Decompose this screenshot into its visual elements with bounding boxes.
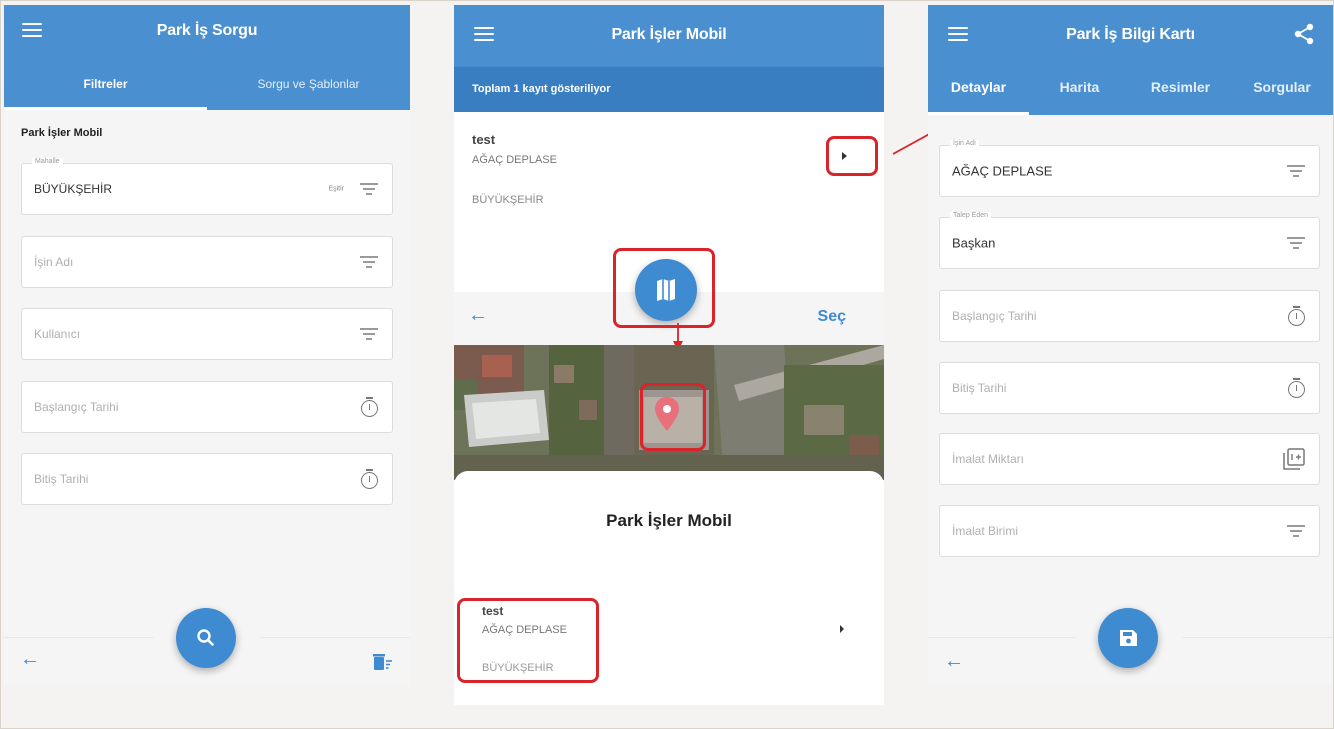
record-district: BÜYÜKŞEHİR bbox=[472, 194, 544, 206]
neighborhood-field[interactable]: Mahalle BÜYÜKŞEHİR Eşitir bbox=[21, 158, 393, 215]
screen-title: Park İş Sorgu bbox=[156, 22, 258, 39]
field-label: İşin Adı bbox=[950, 140, 979, 147]
tab-indicator bbox=[4, 107, 207, 110]
number-box-icon[interactable] bbox=[1283, 448, 1305, 470]
tab-queries[interactable]: Sorgular bbox=[1231, 79, 1333, 127]
figure-canvas: Park İş Sorgu Filtreler Sorgu ve Şablonl… bbox=[0, 0, 1334, 729]
tab-indicator bbox=[928, 112, 1029, 115]
end-date-field[interactable]: Bitiş Tarihi bbox=[21, 453, 393, 505]
highlight-box bbox=[457, 598, 599, 683]
query-screen: Park İş Sorgu Filtreler Sorgu ve Şablonl… bbox=[4, 5, 410, 685]
field-placeholder: Başlangıç Tarihi bbox=[952, 309, 1037, 323]
field-placeholder: İmalat Birimi bbox=[952, 524, 1019, 538]
back-arrow-icon[interactable]: ← bbox=[944, 650, 964, 673]
field-label: Talep Eden bbox=[950, 212, 992, 219]
field-value: AĞAÇ DEPLASE bbox=[952, 163, 1053, 179]
start-date-field[interactable]: Başlangıç Tarihi bbox=[939, 290, 1320, 342]
field-placeholder: İşin Adı bbox=[34, 255, 74, 269]
field-placeholder: Bitiş Tarihi bbox=[34, 472, 89, 486]
filter-icon[interactable] bbox=[1287, 165, 1305, 177]
caret-right-icon[interactable] bbox=[840, 625, 844, 633]
tab-bar: Detaylar Harita Resimler Sorgular bbox=[928, 67, 1333, 115]
back-arrow-icon[interactable]: ← bbox=[20, 648, 40, 671]
job-name-field[interactable]: İşin Adı AĞAÇ DEPLASE bbox=[939, 140, 1320, 197]
tab-map[interactable]: Harita bbox=[1029, 79, 1130, 127]
user-field[interactable]: Kullanıcı bbox=[21, 308, 393, 360]
field-label: Mahalle bbox=[32, 158, 63, 165]
clear-filter-icon[interactable] bbox=[372, 653, 394, 671]
field-placeholder: Başlangıç Tarihi bbox=[34, 400, 119, 414]
sheet-title: Park İşler Mobil bbox=[606, 511, 732, 530]
timer-icon[interactable] bbox=[1287, 306, 1305, 326]
record-work: AĞAÇ DEPLASE bbox=[472, 154, 557, 166]
end-date-field[interactable]: Bitiş Tarihi bbox=[939, 362, 1320, 414]
filter-icon[interactable] bbox=[1287, 525, 1305, 537]
field-placeholder: Kullanıcı bbox=[34, 327, 81, 341]
timer-icon[interactable] bbox=[1287, 378, 1305, 398]
select-button[interactable]: Seç bbox=[818, 308, 846, 326]
filter-icon[interactable] bbox=[360, 328, 378, 340]
field-placeholder: İmalat Miktarı bbox=[952, 452, 1025, 466]
record-name: test bbox=[472, 132, 496, 147]
record-count-text: Toplam 1 kayıt gösteriliyor bbox=[472, 83, 611, 95]
save-icon bbox=[1120, 630, 1137, 646]
search-icon bbox=[197, 629, 214, 646]
field-value: BÜYÜKŞEHİR bbox=[34, 182, 113, 196]
highlight-box bbox=[640, 383, 706, 451]
highlight-box bbox=[826, 136, 878, 176]
share-icon[interactable] bbox=[1293, 23, 1315, 45]
info-card-screen: Park İş Bilgi Kartı Detaylar Harita Resi… bbox=[928, 5, 1333, 685]
filter-icon[interactable] bbox=[360, 256, 378, 268]
timer-icon[interactable] bbox=[360, 469, 378, 489]
screen-title: Park İş Bilgi Kartı bbox=[1066, 26, 1195, 43]
filter-icon[interactable] bbox=[360, 183, 378, 195]
app-bar: Park İşler Mobil bbox=[454, 5, 884, 67]
record-count-bar: Toplam 1 kayıt gösteriliyor bbox=[454, 67, 884, 112]
tab-images[interactable]: Resimler bbox=[1130, 79, 1231, 127]
highlight-box bbox=[613, 248, 715, 328]
save-button[interactable] bbox=[1098, 608, 1158, 668]
section-title: Park İşler Mobil bbox=[21, 127, 103, 139]
timer-icon[interactable] bbox=[360, 397, 378, 417]
screen-title: Park İşler Mobil bbox=[611, 26, 727, 43]
tab-queries-templates[interactable]: Sorgu ve Şablonlar bbox=[207, 77, 410, 124]
field-value: Başkan bbox=[952, 235, 996, 251]
operator-label[interactable]: Eşitir bbox=[328, 186, 344, 193]
requester-field[interactable]: Talep Eden Başkan bbox=[939, 212, 1320, 269]
tab-bar: Filtreler Sorgu ve Şablonlar bbox=[4, 63, 410, 110]
field-placeholder: Bitiş Tarihi bbox=[952, 381, 1007, 395]
back-arrow-icon[interactable]: ← bbox=[468, 304, 488, 327]
list-map-screen: Park İşler Mobil Toplam 1 kayıt gösteril… bbox=[454, 5, 884, 705]
tab-details[interactable]: Detaylar bbox=[928, 79, 1029, 127]
start-date-field[interactable]: Başlangıç Tarihi bbox=[21, 381, 393, 433]
production-unit-field[interactable]: İmalat Birimi bbox=[939, 505, 1320, 557]
tab-filters[interactable]: Filtreler bbox=[4, 77, 207, 124]
search-button[interactable] bbox=[176, 608, 236, 668]
app-bar: Park İş Sorgu Filtreler Sorgu ve Şablonl… bbox=[4, 5, 410, 110]
app-bar: Park İş Bilgi Kartı Detaylar Harita Resi… bbox=[928, 5, 1333, 115]
filter-icon[interactable] bbox=[1287, 237, 1305, 249]
job-name-field[interactable]: İşin Adı bbox=[21, 236, 393, 288]
production-amount-field[interactable]: İmalat Miktarı bbox=[939, 433, 1320, 485]
